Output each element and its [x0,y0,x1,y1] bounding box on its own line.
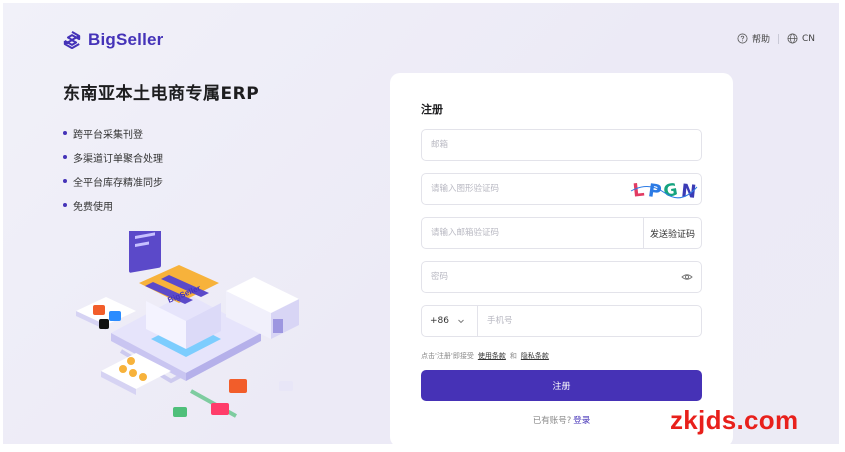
ecommerce-illustration: BigSeller [76,231,299,418]
brand-name: BigSeller [88,30,164,49]
email-code-field-wrapper: 发送验证码 [421,217,702,249]
feature-item: 多渠道订单聚合处理 [63,145,163,169]
privacy-policy-link[interactable]: 隐私条款 [521,351,549,361]
feature-label: 全平台库存精准同步 [73,177,163,189]
captcha-field-wrapper: L P G N [421,173,702,205]
captcha-input[interactable] [422,174,629,204]
svg-text:G: G [662,180,679,202]
phone-field-wrapper: +86 [421,305,702,337]
country-code-select[interactable]: +86 [422,306,478,336]
svg-text:L: L [632,179,646,201]
language-switcher[interactable]: CN [787,33,815,44]
feature-item: 免费使用 [63,193,163,217]
page-background: BigSeller 帮助 CN 东南亚本土电商专属ERP 跨平台采集刊登 多渠道… [3,3,839,447]
terms-of-use-link[interactable]: 使用条款 [478,351,506,361]
phone-input[interactable] [478,306,701,336]
divider [777,33,779,44]
bullet-icon [63,155,67,159]
bullet-icon [63,203,67,207]
help-label: 帮助 [751,35,770,45]
feature-label: 跨平台采集刊登 [73,129,143,141]
feature-label: 多渠道订单聚合处理 [73,153,163,165]
svg-text:P: P [647,180,663,203]
globe-icon [787,33,798,44]
brand-logo[interactable]: BigSeller [63,30,164,50]
top-nav: 帮助 CN [737,32,815,45]
feature-item: 跨平台采集刊登 [63,121,163,145]
site-watermark: zkjds.com [670,405,799,435]
help-link[interactable]: 帮助 [737,32,770,45]
bullet-icon [63,179,67,183]
terms-and: 和 [509,352,517,360]
country-code-value: +86 [430,316,449,326]
password-field-wrapper [421,261,702,293]
email-code-input[interactable] [422,218,643,248]
email-field-wrapper [421,129,702,161]
eye-icon[interactable] [681,271,693,283]
hero-headline: 东南亚本土电商专属ERP [63,84,260,104]
register-button[interactable]: 注册 [421,370,702,401]
register-card: 注册 L P G N 发送验证码 [390,73,733,447]
bullet-icon [63,131,67,135]
password-input[interactable] [422,262,681,292]
form-title: 注册 [421,103,443,116]
terms-prefix: 点击'注册'即接受 [421,352,474,360]
question-circle-icon [737,33,748,44]
terms-notice: 点击'注册'即接受 使用条款 和 隐私条款 [421,351,549,361]
has-account-text: 已有账号? [532,416,572,426]
feature-list: 跨平台采集刊登 多渠道订单聚合处理 全平台库存精准同步 免费使用 [63,121,163,217]
chevron-down-icon [458,319,464,324]
send-code-button[interactable]: 发送验证码 [642,218,701,248]
svg-text:N: N [680,180,697,202]
language-label: CN [801,33,815,44]
login-link[interactable]: 登录 [573,416,590,426]
feature-label: 免费使用 [73,201,113,213]
captcha-image[interactable]: L P G N [629,175,699,203]
email-input[interactable] [422,130,701,160]
bigseller-logo-icon [63,31,81,49]
feature-item: 全平台库存精准同步 [63,169,163,193]
